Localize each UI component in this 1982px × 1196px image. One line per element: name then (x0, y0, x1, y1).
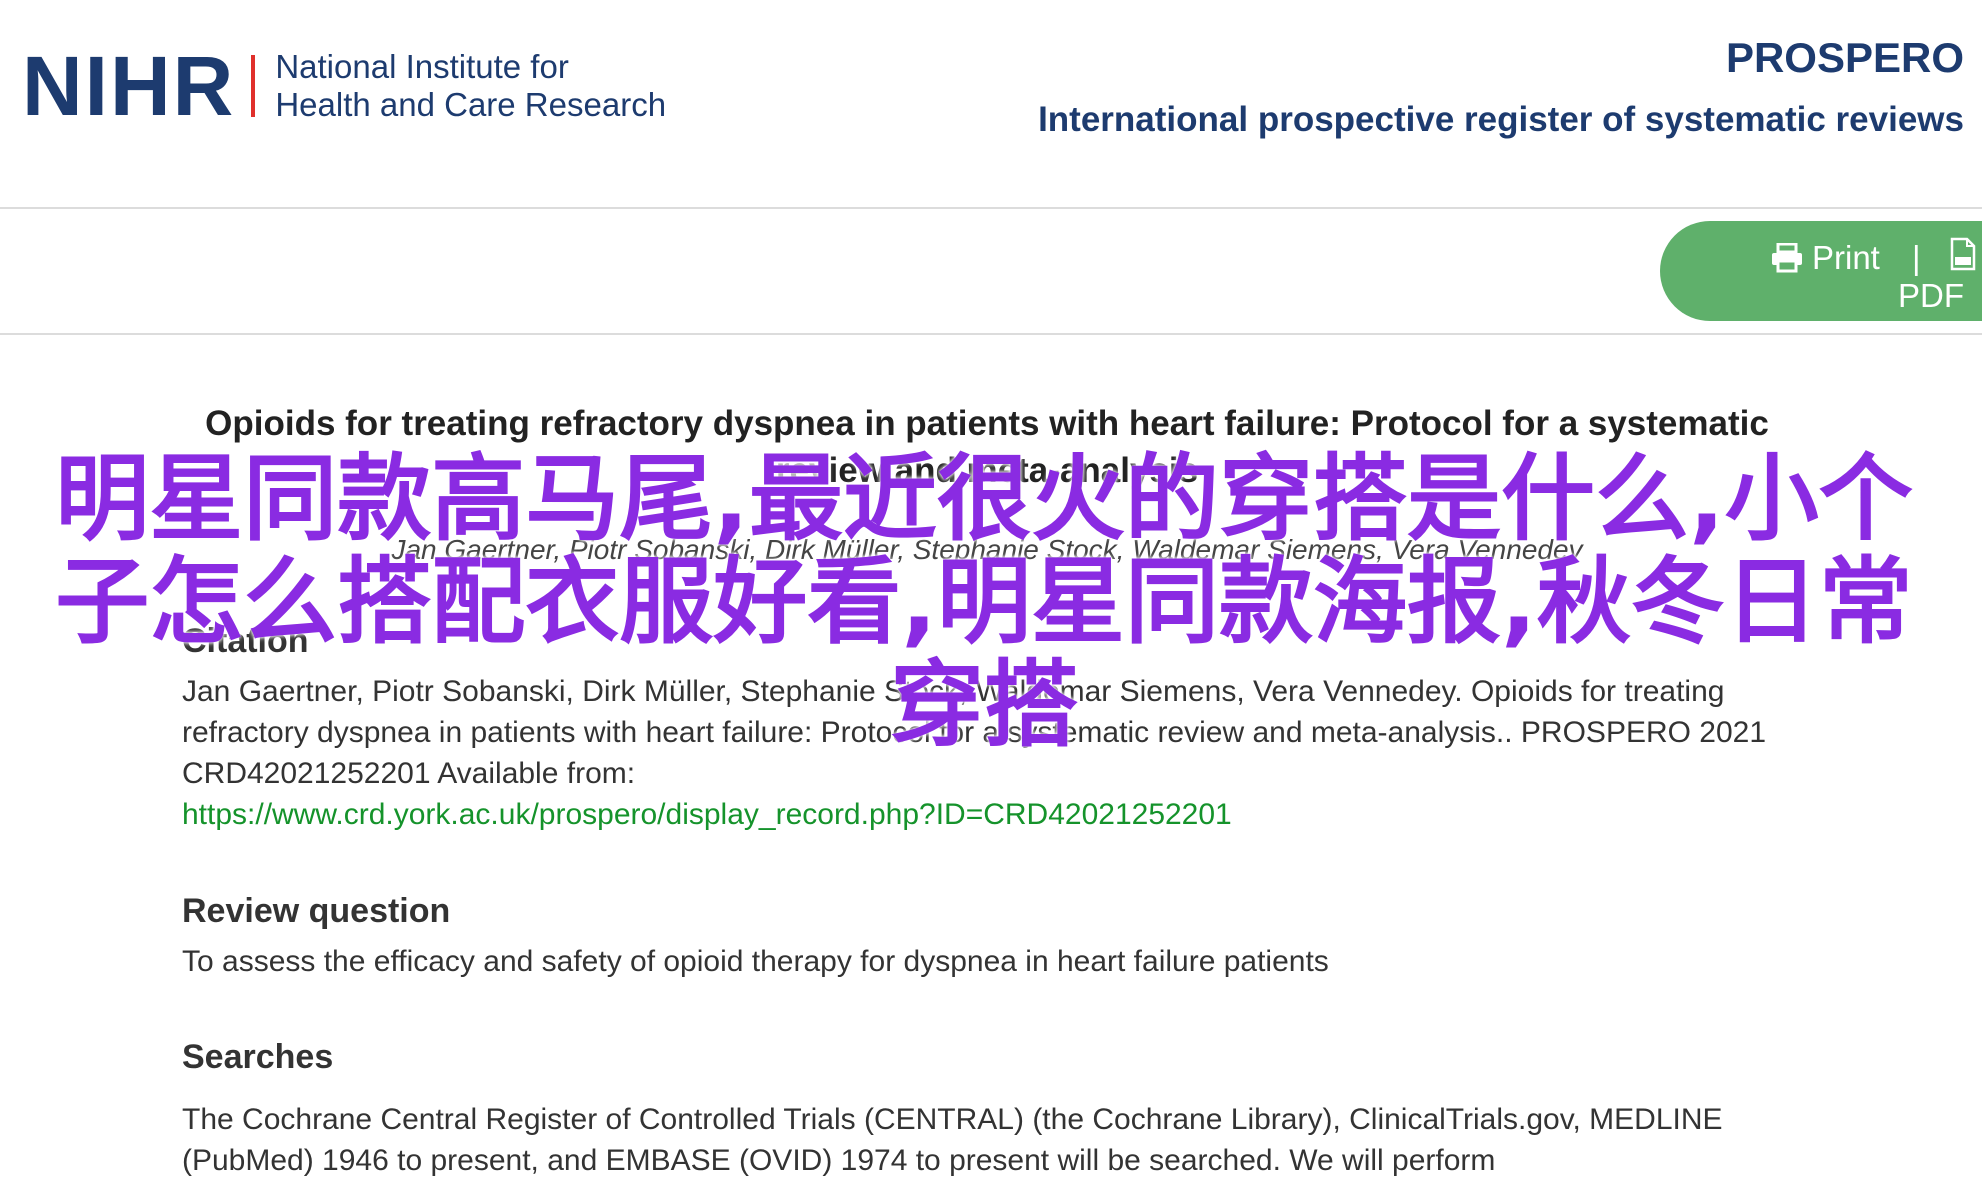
logo-divider (251, 55, 256, 117)
review-question-text: To assess the efficacy and safety of opi… (182, 945, 1329, 978)
site-header: NIHR National Institute for Health and C… (0, 0, 1982, 209)
pdf-file-icon[interactable] (1950, 237, 1976, 271)
review-question-heading: Review question (182, 892, 451, 930)
printer-icon (1772, 243, 1802, 273)
print-label: Print (1812, 239, 1880, 276)
overlay-text-watermark: 明星同款高马尾,最近很火的穿搭是什么,小个子怎么搭配衣服好看,明星同款海报,秋冬… (55, 445, 1913, 760)
actions-pill: Print | PDF (1660, 221, 1982, 321)
logo-line-2: Health and Care Research (275, 86, 667, 123)
record-link[interactable]: https://www.crd.york.ac.uk/prospero/disp… (182, 798, 1232, 831)
review-question-section: Review question To assess the efficacy a… (182, 892, 1792, 982)
logo-mark: NIHR (22, 39, 236, 133)
searches-heading: Searches (182, 1038, 334, 1076)
brand-subtitle: International prospective register of sy… (1038, 100, 1964, 139)
logo-text: National Institute for Health and Care R… (275, 48, 666, 124)
nihr-logo[interactable]: NIHR National Institute for Health and C… (22, 44, 666, 128)
brand-title[interactable]: PROSPERO (1038, 34, 1964, 82)
prospero-brand: PROSPERO International prospective regis… (1038, 34, 1964, 140)
searches-text: The Cochrane Central Register of Control… (182, 1103, 1723, 1177)
logo-line-1: National Institute for (275, 48, 569, 85)
searches-section: Searches The Cochrane Central Register o… (182, 1038, 1792, 1181)
record-toolbar: Print | PDF (0, 209, 1982, 335)
toolbar-separator: | (1912, 239, 1921, 276)
print-button[interactable]: Print (1770, 239, 1880, 277)
pdf-button[interactable]: PDF (1898, 277, 1964, 315)
